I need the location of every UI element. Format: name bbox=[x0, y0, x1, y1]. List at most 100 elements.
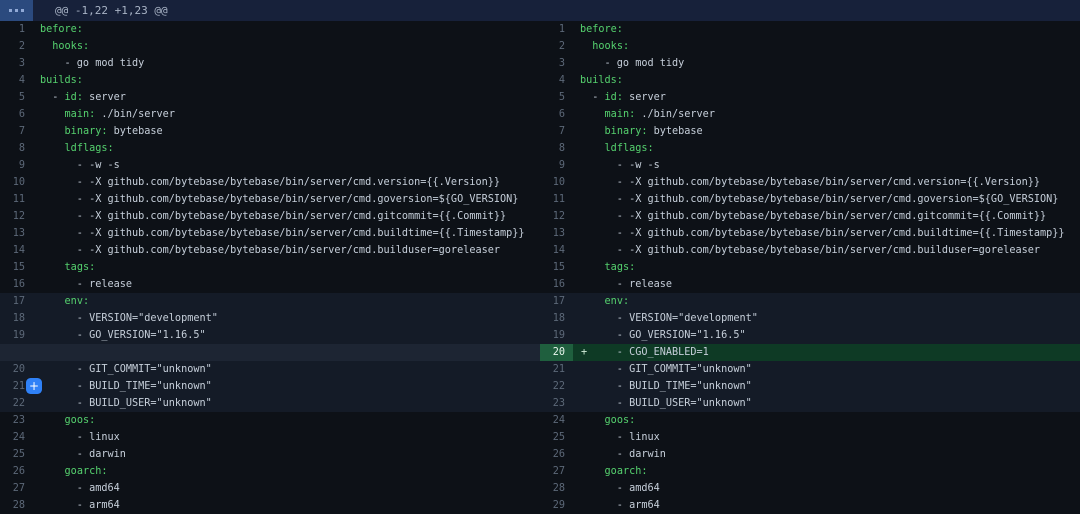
code-line: main: ./bin/server bbox=[573, 106, 1080, 123]
line-number: 15 bbox=[0, 259, 33, 276]
line-number: 29 bbox=[540, 497, 573, 514]
diff-row: 4builds: bbox=[540, 72, 1080, 89]
code-line: - -X github.com/bytebase/bytebase/bin/se… bbox=[573, 242, 1080, 259]
diff-row: 10 - -X github.com/bytebase/bytebase/bin… bbox=[540, 174, 1080, 191]
line-number: 1 bbox=[540, 21, 573, 38]
diff-row: 13 - -X github.com/bytebase/bytebase/bin… bbox=[540, 225, 1080, 242]
yaml-key: ldflags: bbox=[605, 143, 654, 154]
diff-row: 23 - BUILD_USER="unknown" bbox=[540, 395, 1080, 412]
line-number: 17 bbox=[0, 293, 33, 310]
ellipsis-icon bbox=[21, 9, 24, 12]
line-number: 25 bbox=[0, 446, 33, 463]
diff-row: 8 ldflags: bbox=[540, 140, 1080, 157]
code-text bbox=[40, 109, 65, 120]
code-text: - BUILD_TIME="unknown" bbox=[40, 381, 212, 392]
line-number: 13 bbox=[540, 225, 573, 242]
code-text: - linux bbox=[580, 432, 660, 443]
code-text: bytebase bbox=[647, 126, 702, 137]
line-number: 28 bbox=[540, 480, 573, 497]
code-text: server bbox=[623, 92, 666, 103]
code-text: - linux bbox=[40, 432, 120, 443]
line-number: 11 bbox=[540, 191, 573, 208]
code-line: - GIT_COMMIT="unknown" bbox=[573, 361, 1080, 378]
code-line: - -w -s bbox=[573, 157, 1080, 174]
code-text bbox=[40, 296, 65, 307]
code-line: binary: bytebase bbox=[573, 123, 1080, 140]
code-line: goarch: bbox=[33, 463, 540, 480]
diff-row: 9 - -w -s bbox=[0, 157, 540, 174]
code-line: - -w -s bbox=[33, 157, 540, 174]
yaml-key: before: bbox=[40, 24, 83, 35]
code-text: - BUILD_USER="unknown" bbox=[580, 398, 752, 409]
code-text: - amd64 bbox=[40, 483, 120, 494]
code-line: builds: bbox=[33, 72, 540, 89]
diff-row: 18 - VERSION="development" bbox=[540, 310, 1080, 327]
diff-row: 15 tags: bbox=[0, 259, 540, 276]
code-text: - -X github.com/bytebase/bytebase/bin/se… bbox=[580, 228, 1065, 239]
code-line: - darwin bbox=[573, 446, 1080, 463]
diff-row: 5 - id: server bbox=[540, 89, 1080, 106]
code-line: - darwin bbox=[33, 446, 540, 463]
diff-row: 27 - amd64 bbox=[0, 480, 540, 497]
diff-row: 25 - darwin bbox=[0, 446, 540, 463]
ellipsis-icon bbox=[15, 9, 18, 12]
diff-row: 17 env: bbox=[0, 293, 540, 310]
code-text bbox=[580, 415, 605, 426]
code-text: - go mod tidy bbox=[40, 58, 144, 69]
diff-row: 14 - -X github.com/bytebase/bytebase/bin… bbox=[540, 242, 1080, 259]
diff-row: 2 hooks: bbox=[0, 38, 540, 55]
diff-row: 23 goos: bbox=[0, 412, 540, 429]
diff-row: 2 hooks: bbox=[540, 38, 1080, 55]
code-text: bytebase bbox=[107, 126, 162, 137]
line-number: 12 bbox=[0, 208, 33, 225]
code-line: - id: server bbox=[33, 89, 540, 106]
yaml-key: tags: bbox=[65, 262, 96, 273]
diff-row: 28 - amd64 bbox=[540, 480, 1080, 497]
code-line: before: bbox=[33, 21, 540, 38]
line-number: 13 bbox=[0, 225, 33, 242]
code-line: - -X github.com/bytebase/bytebase/bin/se… bbox=[573, 174, 1080, 191]
yaml-key: binary: bbox=[605, 126, 648, 137]
code-line: - amd64 bbox=[33, 480, 540, 497]
code-text: ./bin/server bbox=[95, 109, 175, 120]
diff-row: 18 - VERSION="development" bbox=[0, 310, 540, 327]
diff-row: 24 - linux bbox=[0, 429, 540, 446]
diff-row: 16 - release bbox=[540, 276, 1080, 293]
expand-context-button[interactable] bbox=[0, 0, 33, 21]
yaml-key: hooks: bbox=[52, 41, 89, 52]
code-text: - amd64 bbox=[580, 483, 660, 494]
code-text: - GO_VERSION="1.16.5" bbox=[40, 330, 206, 341]
diff-row: 26 goarch: bbox=[0, 463, 540, 480]
diff-row: 9 - -w -s bbox=[540, 157, 1080, 174]
line-number: 14 bbox=[540, 242, 573, 259]
line-number: 1 bbox=[0, 21, 33, 38]
code-line: - BUILD_USER="unknown" bbox=[33, 395, 540, 412]
code-text: - GO_VERSION="1.16.5" bbox=[580, 330, 746, 341]
line-number bbox=[0, 344, 33, 361]
code-line: goos: bbox=[573, 412, 1080, 429]
line-number: 15 bbox=[540, 259, 573, 276]
code-text: - go mod tidy bbox=[580, 58, 684, 69]
code-text: - BUILD_TIME="unknown" bbox=[580, 381, 752, 392]
yaml-key: main: bbox=[605, 109, 636, 120]
line-number: 23 bbox=[540, 395, 573, 412]
diff-row: 28 - arm64 bbox=[0, 497, 540, 514]
yaml-key: ldflags: bbox=[65, 143, 114, 154]
diff-row: 3 - go mod tidy bbox=[0, 55, 540, 72]
code-text bbox=[580, 41, 592, 52]
code-line: - -X github.com/bytebase/bytebase/bin/se… bbox=[33, 242, 540, 259]
code-line: - linux bbox=[33, 429, 540, 446]
yaml-key: binary: bbox=[65, 126, 108, 137]
code-line: - -X github.com/bytebase/bytebase/bin/se… bbox=[573, 208, 1080, 225]
code-text: - -X github.com/bytebase/bytebase/bin/se… bbox=[40, 211, 506, 222]
hunk-header-text: @@ -1,22 +1,23 @@ bbox=[33, 0, 168, 21]
line-number: 2 bbox=[0, 38, 33, 55]
line-number: 11 bbox=[0, 191, 33, 208]
diff-row-placeholder bbox=[0, 344, 540, 361]
yaml-key: env: bbox=[65, 296, 90, 307]
add-comment-button[interactable]: + bbox=[26, 378, 42, 394]
code-line: - id: server bbox=[573, 89, 1080, 106]
line-number: 3 bbox=[540, 55, 573, 72]
line-number: 8 bbox=[0, 140, 33, 157]
code-line: hooks: bbox=[573, 38, 1080, 55]
